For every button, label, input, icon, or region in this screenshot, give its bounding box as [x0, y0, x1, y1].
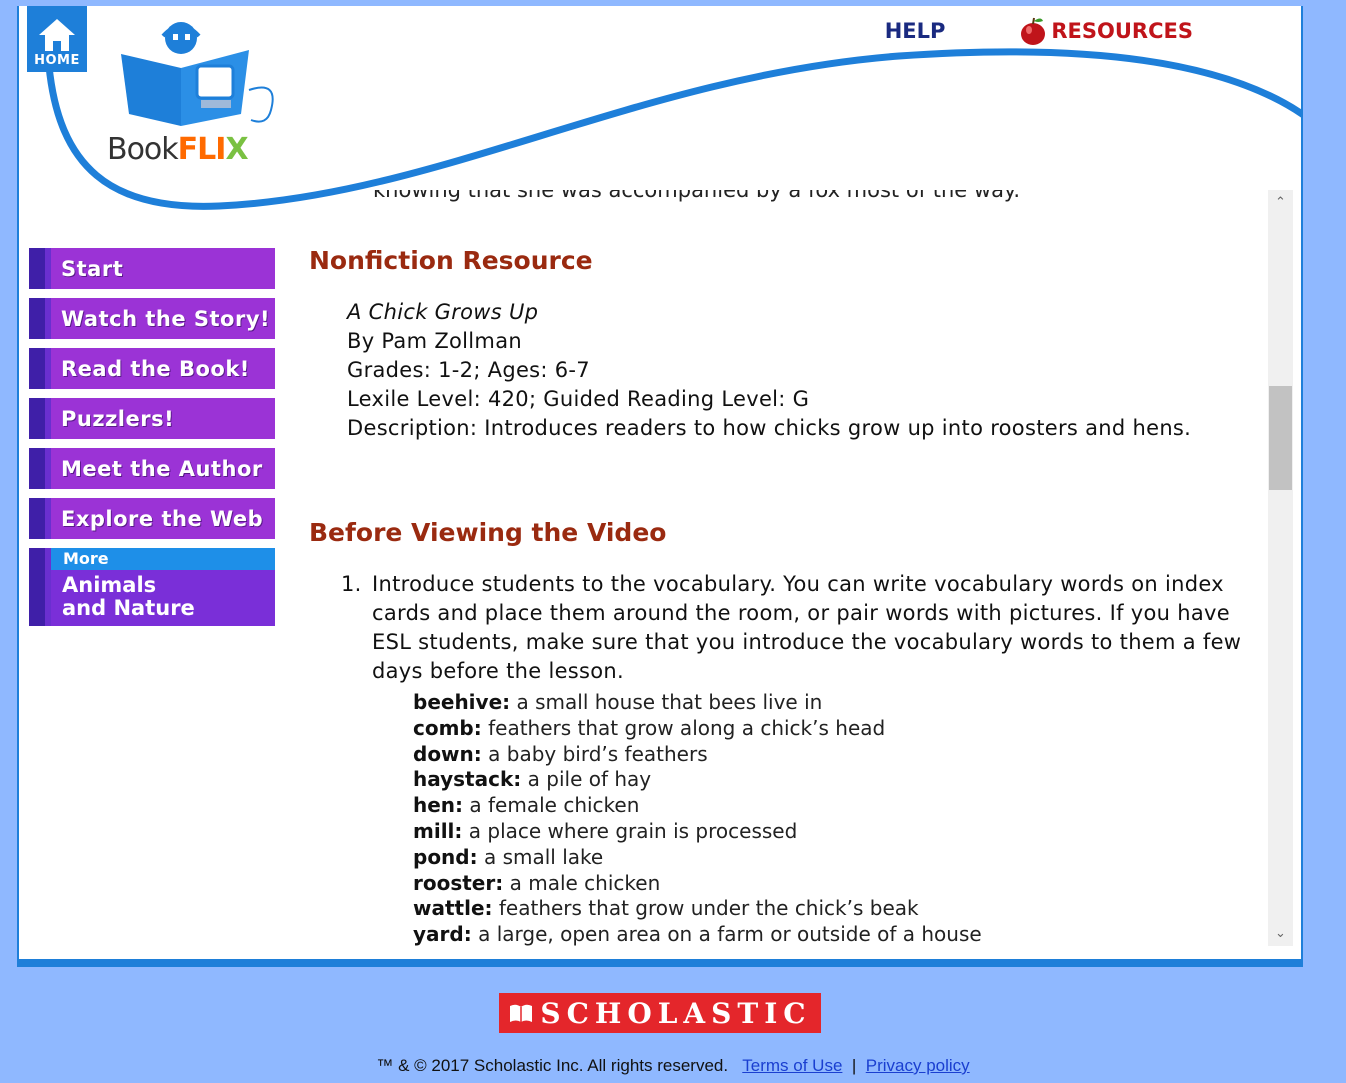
- nav-item-label: Meet the Author: [61, 456, 263, 481]
- home-icon: [39, 19, 75, 51]
- footer-separator: |: [851, 1056, 857, 1075]
- resources-link[interactable]: RESOURCES: [1019, 16, 1193, 46]
- nav-more-animals-nature[interactable]: More Animals and Nature: [29, 548, 275, 626]
- before-viewing-heading: Before Viewing the Video: [309, 518, 667, 547]
- more-title-line1: Animals: [62, 573, 157, 597]
- scrollbar-thumb[interactable]: [1269, 386, 1292, 490]
- vocab-item: comb: feathers that grow along a chick’s…: [413, 715, 886, 740]
- nav-item-start[interactable]: Start: [29, 248, 275, 289]
- more-label: More: [51, 548, 275, 570]
- step-number: 1.: [341, 572, 362, 596]
- steps-list: 1. Introduce students to the vocabulary.…: [341, 570, 1271, 686]
- nav-item-label: Explore the Web: [61, 506, 264, 531]
- chevron-down-icon[interactable]: ⌄: [1268, 921, 1293, 946]
- help-link[interactable]: HELP: [885, 19, 946, 43]
- footer: ™ & © 2017 Scholastic Inc. All rights re…: [0, 1056, 1346, 1076]
- vocab-item: down: a baby bird’s feathers: [413, 741, 708, 766]
- more-title: Animals and Nature: [51, 570, 275, 620]
- logo-text: BookFLIX: [107, 132, 249, 167]
- scholastic-wordmark: SCHOLASTIC: [540, 996, 812, 1030]
- resource-title: A Chick Grows Up: [347, 300, 539, 324]
- book-reader-icon: [121, 22, 274, 126]
- nav-item-meet-author[interactable]: Meet the Author: [29, 448, 275, 489]
- more-title-line2: and Nature: [62, 596, 195, 620]
- resources-label: RESOURCES: [1051, 19, 1193, 43]
- vocab-list: beehive: a small house that bees live in…: [413, 690, 982, 946]
- chevron-up-icon[interactable]: ⌃: [1268, 190, 1293, 215]
- vocab-item: hen: a female chicken: [413, 793, 640, 818]
- privacy-link[interactable]: Privacy policy: [866, 1056, 970, 1075]
- nav-item-label: Watch the Story!: [61, 306, 271, 331]
- nav-item-watch-story[interactable]: Watch the Story!: [29, 298, 275, 339]
- copyright-text: ™ & © 2017 Scholastic Inc. All rights re…: [376, 1056, 729, 1075]
- vocab-item: rooster: a male chicken: [413, 870, 661, 895]
- nav-item-explore-web[interactable]: Explore the Web: [29, 498, 275, 539]
- scholastic-book-icon: [510, 1004, 533, 1022]
- vocab-item: wattle: feathers that grow under the chi…: [413, 896, 919, 921]
- nav-item-puzzlers[interactable]: Puzzlers!: [29, 398, 275, 439]
- step-text: Introduce students to the vocabulary. Yo…: [372, 572, 1242, 683]
- scholastic-logo[interactable]: SCHOLASTIC: [499, 993, 821, 1033]
- resource-grades: Grades: 1-2; Ages: 6-7: [347, 358, 590, 382]
- top-links: HELP RESOURCES: [885, 16, 1193, 46]
- nav-item-label: Puzzlers!: [61, 406, 175, 431]
- home-label: HOME: [34, 53, 80, 68]
- resource-lexile: Lexile Level: 420; Guided Reading Level:…: [347, 387, 810, 411]
- apple-icon: [1021, 17, 1046, 45]
- list-item: 1. Introduce students to the vocabulary.…: [341, 570, 1271, 686]
- vocab-item: pond: a small lake: [413, 844, 604, 869]
- resource-author: By Pam Zollman: [347, 329, 522, 353]
- app-frame: HOME BookFLIX HELP RESOURCES Start Watch…: [17, 6, 1303, 967]
- nav-item-label: Start: [61, 256, 124, 281]
- nonfiction-heading: Nonfiction Resource: [309, 246, 593, 275]
- vertical-scrollbar[interactable]: ⌃ ⌄: [1268, 190, 1293, 946]
- vocab-item: haystack: a pile of hay: [413, 767, 652, 792]
- vocab-item: yard: a large, open area on a farm or ou…: [413, 922, 982, 946]
- scrollable-content[interactable]: knowing that she was accompanied by a fo…: [289, 190, 1289, 946]
- terms-link[interactable]: Terms of Use: [742, 1056, 842, 1075]
- sidebar-nav: Start Watch the Story! Read the Book! Pu…: [29, 248, 275, 626]
- bookflix-logo[interactable]: BookFLIX: [101, 10, 291, 170]
- clipped-text-line: knowing that she was accompanied by a fo…: [373, 190, 1021, 202]
- vocab-item: mill: a place where grain is processed: [413, 818, 798, 843]
- nav-item-read-book[interactable]: Read the Book!: [29, 348, 275, 389]
- nav-item-label: Read the Book!: [61, 356, 250, 381]
- nonfiction-resource: A Chick Grows Up By Pam Zollman Grades: …: [347, 298, 1247, 443]
- home-button[interactable]: HOME: [27, 6, 87, 72]
- resource-description: Description: Introduces readers to how c…: [347, 416, 1192, 440]
- vocab-item: beehive: a small house that bees live in: [413, 690, 823, 714]
